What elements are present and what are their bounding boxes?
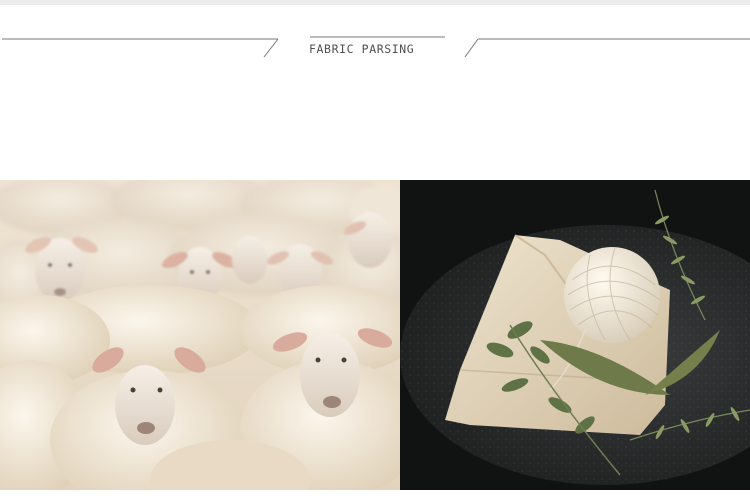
header-decorative-lines xyxy=(2,36,750,58)
section-title: FABRIC PARSING xyxy=(309,42,415,56)
sheep-flock-photo xyxy=(0,180,400,490)
section-header: FABRIC PARSING xyxy=(0,0,750,70)
linen-bag-twine-herbs-photo xyxy=(400,180,750,490)
